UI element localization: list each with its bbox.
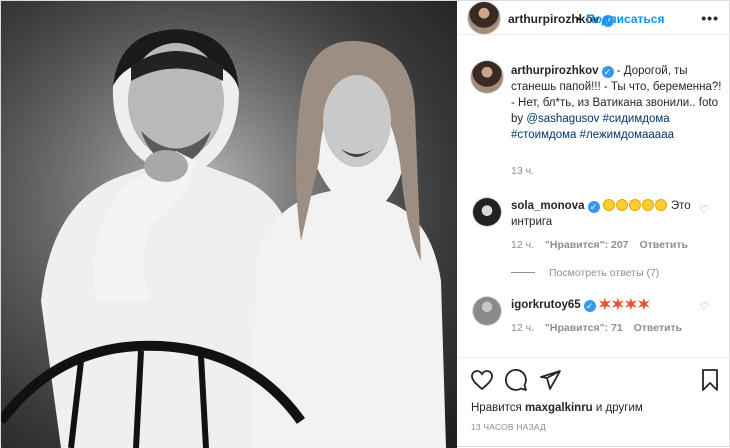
post-side-panel: arthurpirozhkov ✓ • Подписаться ••• arthu… (458, 1, 730, 448)
likes-user[interactable]: maxgalkinru (525, 402, 593, 414)
grin-emoji-icon (602, 199, 615, 211)
share-icon[interactable] (538, 368, 562, 392)
comment-username[interactable]: igorkrutoy65 (511, 299, 581, 311)
post-header: arthurpirozhkov ✓ • Подписаться ••• (458, 1, 730, 35)
verified-badge-icon: ✓ (601, 66, 614, 78)
likes-summary: Нравится maxgalkinru и другим (471, 402, 643, 414)
reply-button[interactable]: Ответить (639, 239, 688, 251)
comment-meta: 12 ч. "Нравится": 207 Ответить (511, 239, 696, 251)
caption-avatar[interactable] (471, 61, 503, 93)
caption-username[interactable]: arthurpirozhkov (511, 65, 599, 77)
separator-dot: • (576, 12, 581, 26)
comment-like-heart-icon[interactable]: ♡ (699, 204, 711, 216)
verified-badge-icon: ✓ (587, 201, 600, 213)
caption-time[interactable]: 13 ч. (511, 165, 534, 177)
author-avatar[interactable] (468, 2, 500, 34)
follow-button[interactable]: Подписаться (586, 12, 664, 26)
post-photo[interactable] (1, 1, 457, 448)
comment-1: sola_monova ✓ Это интрига (511, 198, 691, 230)
comment-likes[interactable]: "Нравится": 71 (545, 322, 623, 334)
grin-emoji-icon (628, 199, 641, 211)
view-replies[interactable]: Посмотреть ответы (7) (511, 267, 659, 279)
comment-time[interactable]: 12 ч. (511, 239, 534, 251)
commenter-avatar[interactable] (473, 198, 501, 226)
replies-divider (511, 272, 535, 273)
likes-prefix: Нравится (471, 402, 522, 414)
caption-mention[interactable]: @sashagusov (526, 113, 599, 125)
comment-time[interactable]: 12 ч. (511, 322, 534, 334)
photo-illustration (1, 1, 457, 448)
verified-badge-icon: ✓ (583, 300, 596, 312)
comment-2: igorkrutoy65 ✓ (511, 297, 691, 313)
view-replies-label[interactable]: Посмотреть ответы (7) (549, 267, 659, 279)
collision-emoji-icon (611, 298, 624, 310)
comment-like-heart-icon[interactable]: ♡ (699, 301, 711, 313)
bookmark-icon[interactable] (698, 368, 722, 392)
collision-emoji-icon (637, 298, 650, 310)
commenter-avatar[interactable] (473, 297, 501, 325)
caption: arthurpirozhkov ✓ - Дорогой, ты станешь п… (511, 63, 725, 143)
emoji-group (598, 298, 651, 311)
grin-emoji-icon (641, 199, 654, 211)
more-options-icon[interactable]: ••• (701, 10, 719, 26)
emoji-group (602, 199, 671, 212)
post-timestamp[interactable]: 13 ЧАСОВ НАЗАД (471, 422, 546, 432)
comment-likes[interactable]: "Нравится": 207 (545, 239, 629, 251)
collision-emoji-icon (624, 298, 637, 310)
comment-meta: 12 ч. "Нравится": 71 Ответить (511, 322, 690, 334)
comment-username[interactable]: sola_monova (511, 200, 585, 212)
likes-suffix[interactable]: и другим (596, 402, 643, 414)
instagram-post: arthurpirozhkov ✓ • Подписаться ••• arthu… (0, 0, 730, 448)
heart-icon[interactable] (470, 368, 494, 392)
reply-button[interactable]: Ответить (634, 322, 683, 334)
grin-emoji-icon (615, 199, 628, 211)
grin-emoji-icon (654, 199, 667, 211)
comment-icon[interactable] (504, 368, 528, 392)
collision-emoji-icon (598, 298, 611, 310)
action-bar (458, 357, 730, 401)
